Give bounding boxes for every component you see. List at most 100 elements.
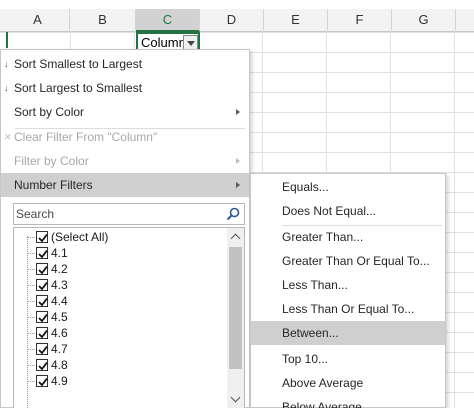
- tree-connector: [27, 301, 35, 302]
- submenu-arrow-icon: [236, 182, 240, 188]
- tree-connector: [27, 349, 35, 350]
- checkbox[interactable]: [36, 343, 48, 355]
- filter-above-average[interactable]: Above Average: [251, 371, 445, 395]
- checkbox[interactable]: [36, 375, 48, 387]
- list-item-label: 4.6: [51, 326, 68, 340]
- filter-less-or-equal-label: Less Than Or Equal To...: [282, 302, 415, 316]
- values-list-scrollbar[interactable]: [227, 228, 244, 408]
- filter-less-than[interactable]: Less Than...: [251, 273, 445, 297]
- filter-dropdown-button[interactable]: [183, 35, 198, 50]
- tree-connector: [27, 237, 35, 238]
- list-item-label: 4.1: [51, 246, 68, 260]
- tree-connector: [27, 269, 35, 270]
- list-item[interactable]: 4.6: [14, 325, 228, 341]
- menu-sort-ascending[interactable]: ↓ Sort Smallest to Largest: [1, 52, 249, 76]
- list-item[interactable]: 4.7: [14, 341, 228, 357]
- filter-equals[interactable]: Equals...: [251, 175, 445, 199]
- list-item-label: 4.7: [51, 342, 68, 356]
- list-item[interactable]: (Select All): [14, 229, 228, 245]
- filter-between[interactable]: Between...: [251, 321, 445, 345]
- list-item[interactable]: 4.3: [14, 277, 228, 293]
- menu-sort-descending-label: Sort Largest to Smallest: [14, 81, 143, 95]
- search-icon[interactable]: [225, 206, 241, 222]
- header-cell-text: Column: [141, 35, 186, 50]
- column-header-b[interactable]: B: [70, 9, 136, 32]
- search-box[interactable]: [13, 203, 245, 225]
- checkmark-icon: [38, 249, 48, 259]
- menu-filter-by-color-label: Filter by Color: [14, 154, 89, 168]
- values-list[interactable]: (Select All) 4.1 4.2 4.3 4.4 4.5 4.6 4.7 4.8 4.9: [13, 227, 245, 408]
- scroll-up-button[interactable]: [227, 228, 244, 245]
- checkmark-icon: [38, 233, 48, 243]
- filter-less-than-label: Less Than...: [282, 278, 348, 292]
- submenu-arrow-icon: [236, 109, 240, 115]
- checkbox[interactable]: [36, 263, 48, 275]
- sort-ascending-icon: ↓: [4, 59, 9, 69]
- tree-connector: [27, 365, 35, 366]
- tree-connector: [27, 317, 35, 318]
- autofilter-panel: ↓ Sort Smallest to Largest ↓ Sort Larges…: [0, 49, 250, 408]
- filter-below-average[interactable]: Below Average: [251, 395, 445, 408]
- filter-greater-than[interactable]: Greater Than...: [251, 225, 445, 249]
- menu-sort-ascending-label: Sort Smallest to Largest: [14, 57, 143, 71]
- filter-between-label: Between...: [282, 326, 339, 340]
- menu-clear-filter-label: Clear Filter From "Column": [14, 130, 158, 144]
- menu-sort-by-color[interactable]: Sort by Color: [1, 100, 249, 124]
- list-item[interactable]: 4.5: [14, 309, 228, 325]
- filter-top-10-label: Top 10...: [282, 352, 329, 366]
- menu-number-filters[interactable]: Number Filters: [1, 173, 249, 197]
- column-header-a[interactable]: A: [6, 9, 70, 32]
- menu-sort-descending[interactable]: ↓ Sort Largest to Smallest: [1, 76, 249, 100]
- scrollbar-thumb[interactable]: [229, 247, 242, 369]
- checkmark-icon: [38, 281, 48, 291]
- list-item[interactable]: 4.8: [14, 357, 228, 373]
- list-item[interactable]: 4.1: [14, 245, 228, 261]
- search-input[interactable]: [16, 205, 216, 223]
- menu-sort-by-color-label: Sort by Color: [14, 105, 85, 119]
- checkbox[interactable]: [36, 279, 48, 291]
- tree-connector: [27, 381, 35, 382]
- list-item-label: (Select All): [51, 230, 109, 244]
- checkbox[interactable]: [36, 247, 48, 259]
- number-filters-submenu: Equals... Does Not Equal... Greater Than…: [250, 173, 446, 408]
- list-item-label: 4.9: [51, 374, 68, 388]
- list-item[interactable]: 4.4: [14, 293, 228, 309]
- ribbon-edge: [0, 0, 474, 9]
- filter-below-average-label: Below Average: [282, 400, 362, 408]
- filter-greater-or-equal-label: Greater Than Or Equal To...: [282, 254, 430, 268]
- filter-equals-label: Equals...: [282, 180, 329, 194]
- column-header-d[interactable]: D: [200, 9, 264, 32]
- filter-greater-or-equal[interactable]: Greater Than Or Equal To...: [251, 249, 445, 273]
- checkmark-icon: [38, 313, 48, 323]
- list-item-label: 4.3: [51, 278, 68, 292]
- dropdown-arrow-icon: [187, 41, 195, 46]
- column-header-g[interactable]: G: [392, 9, 456, 32]
- column-header-e[interactable]: E: [264, 9, 328, 32]
- filter-above-average-label: Above Average: [282, 376, 364, 390]
- tree-connector: [27, 333, 35, 334]
- scroll-down-button[interactable]: [227, 391, 244, 408]
- filter-top-10[interactable]: Top 10...: [251, 347, 445, 371]
- checkbox[interactable]: [36, 231, 48, 243]
- column-header-c[interactable]: C: [136, 9, 200, 32]
- checkbox[interactable]: [36, 295, 48, 307]
- menu-filter-by-color: Filter by Color: [1, 149, 249, 173]
- tree-connector: [27, 253, 35, 254]
- menu-clear-filter: ✕ Clear Filter From "Column": [1, 125, 249, 149]
- filter-less-or-equal[interactable]: Less Than Or Equal To...: [251, 297, 445, 321]
- checkbox[interactable]: [36, 359, 48, 371]
- checkbox[interactable]: [36, 327, 48, 339]
- list-item[interactable]: 4.2: [14, 261, 228, 277]
- row-selection-edge: [6, 32, 8, 48]
- tree-connector: [27, 285, 35, 286]
- checkbox[interactable]: [36, 311, 48, 323]
- column-header-row: A B C D E F G: [0, 9, 474, 32]
- filter-not-equal[interactable]: Does Not Equal...: [251, 199, 445, 223]
- checkmark-icon: [38, 265, 48, 275]
- checkmark-icon: [38, 377, 48, 387]
- menu-number-filters-label: Number Filters: [14, 178, 93, 192]
- chevron-down-icon: [230, 392, 241, 403]
- filter-not-equal-label: Does Not Equal...: [282, 204, 377, 218]
- column-header-f[interactable]: F: [328, 9, 392, 32]
- list-item[interactable]: 4.9: [14, 373, 228, 389]
